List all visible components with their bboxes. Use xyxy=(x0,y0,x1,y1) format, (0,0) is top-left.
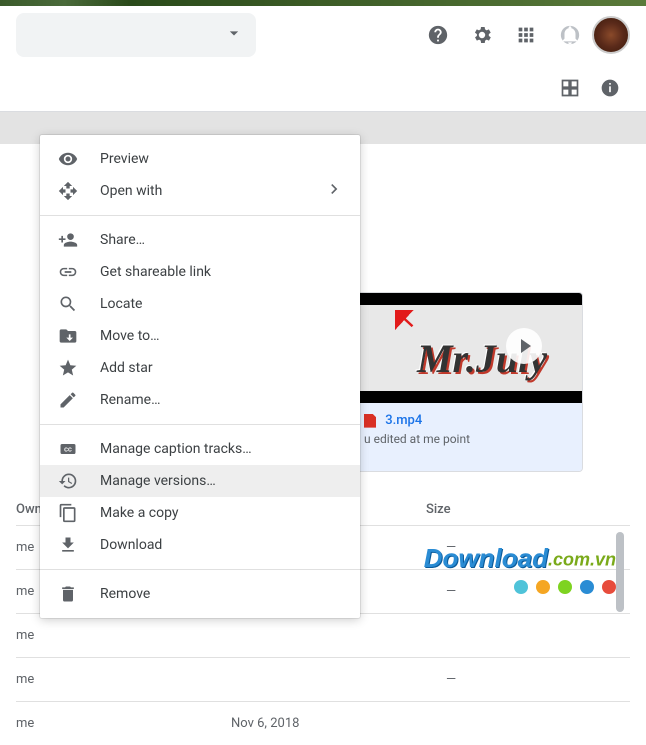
caret-down-icon xyxy=(224,23,244,47)
grid-view-icon[interactable] xyxy=(558,76,582,100)
help-icon[interactable] xyxy=(418,15,458,55)
menu-divider xyxy=(40,424,360,425)
thumbnail-label: 3.mp4 u edited at me point xyxy=(352,403,582,472)
menu-label: Open with xyxy=(100,183,162,199)
context-menu: Preview Open with Share… Get shareable l… xyxy=(40,135,360,618)
download-icon xyxy=(56,533,80,557)
filename-text: 3.mp4 xyxy=(385,413,422,428)
eye-icon xyxy=(56,147,80,171)
table-row[interactable]: me xyxy=(16,613,630,657)
menu-label: Manage versions… xyxy=(100,473,216,489)
menu-label: Preview xyxy=(100,151,149,167)
menu-open-with[interactable]: Open with xyxy=(40,175,360,207)
video-file-icon xyxy=(364,414,376,428)
person-add-icon xyxy=(56,228,80,252)
chevron-right-icon xyxy=(324,179,344,203)
link-icon xyxy=(56,260,80,284)
trash-icon xyxy=(56,582,80,606)
menu-rename[interactable]: Rename… xyxy=(40,384,360,416)
svg-text:CC: CC xyxy=(64,448,72,454)
menu-divider xyxy=(40,569,360,570)
menu-label: Get shareable link xyxy=(100,264,211,280)
history-icon xyxy=(56,469,80,493)
bell-icon[interactable] xyxy=(550,15,590,55)
search-icon xyxy=(56,292,80,316)
header-bar xyxy=(0,6,646,64)
folder-move-icon xyxy=(56,324,80,348)
menu-label: Manage caption tracks… xyxy=(100,441,252,457)
table-row[interactable]: me — xyxy=(16,657,630,701)
menu-shareable-link[interactable]: Get shareable link xyxy=(40,256,360,288)
menu-manage-captions[interactable]: CC Manage caption tracks… xyxy=(40,433,360,465)
menu-label: Rename… xyxy=(100,392,160,408)
apps-grid-icon[interactable] xyxy=(506,15,546,55)
menu-manage-versions[interactable]: Manage versions… xyxy=(40,465,360,497)
play-icon xyxy=(506,328,542,364)
menu-make-copy[interactable]: Make a copy xyxy=(40,497,360,529)
menu-label: Download xyxy=(100,537,162,553)
menu-remove[interactable]: Remove xyxy=(40,578,360,610)
header-size[interactable]: Size xyxy=(426,502,451,517)
scrollbar[interactable] xyxy=(616,532,624,612)
menu-divider xyxy=(40,215,360,216)
info-icon[interactable] xyxy=(598,76,622,100)
thumbnail-subtitle: u edited at me point xyxy=(364,432,570,446)
gear-icon[interactable] xyxy=(462,15,502,55)
menu-label: Move to… xyxy=(100,328,160,344)
user-avatar[interactable] xyxy=(592,16,630,54)
menu-download[interactable]: Download xyxy=(40,529,360,561)
edit-icon xyxy=(56,388,80,412)
watermark: Download.com.vn xyxy=(424,543,616,594)
menu-label: Locate xyxy=(100,296,142,312)
menu-preview[interactable]: Preview xyxy=(40,143,360,175)
search-dropdown[interactable] xyxy=(16,13,256,57)
menu-share[interactable]: Share… xyxy=(40,224,360,256)
cc-icon: CC xyxy=(56,437,80,461)
watermark-suffix: .com.vn xyxy=(548,550,616,570)
file-thumbnail[interactable]: Mr.July 3.mp4 u edited at me point xyxy=(351,292,583,472)
menu-label: Remove xyxy=(100,586,150,602)
table-row[interactable]: me Nov 6, 2018 xyxy=(16,701,630,745)
star-icon xyxy=(56,356,80,380)
open-with-icon xyxy=(56,179,80,203)
menu-locate[interactable]: Locate xyxy=(40,288,360,320)
video-preview: Mr.July xyxy=(352,293,582,403)
copy-icon xyxy=(56,501,80,525)
watermark-dots xyxy=(424,580,616,594)
menu-label: Make a copy xyxy=(100,505,179,521)
menu-label: Add star xyxy=(100,360,153,376)
menu-move-to[interactable]: Move to… xyxy=(40,320,360,352)
menu-label: Share… xyxy=(100,232,145,248)
menu-add-star[interactable]: Add star xyxy=(40,352,360,384)
view-toolbar xyxy=(0,64,646,112)
watermark-brand: Download xyxy=(424,543,548,573)
